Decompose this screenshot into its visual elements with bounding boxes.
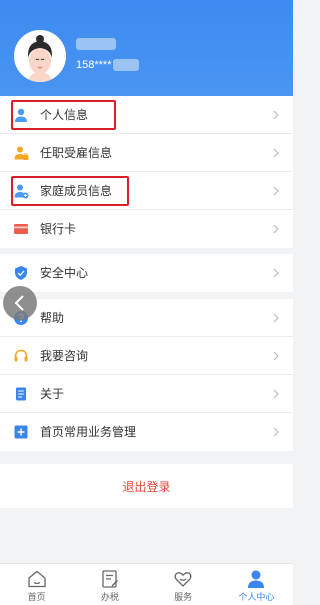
menu-item-label: 任职受雇信息 [40, 146, 113, 160]
menu-item-bank-card[interactable]: 银行卡 [0, 210, 293, 248]
account-group: 个人信息 任职受雇信息 家庭成员信息 银行卡 [0, 96, 293, 248]
security-group: 安全中心 [0, 254, 293, 292]
profile-header: 158**** [0, 0, 293, 96]
menu-item-help[interactable]: 帮助 [0, 299, 293, 337]
chevron-right-icon [273, 351, 279, 361]
plus-square-icon [14, 425, 28, 439]
tab-home[interactable]: 首页 [0, 564, 73, 605]
menu-item-label: 个人信息 [40, 108, 89, 122]
headset-icon [14, 349, 28, 362]
menu-item-consult[interactable]: 我要咨询 [0, 337, 293, 375]
tab-label: 办税 [100, 592, 119, 602]
menu-item-label: 首页常用业务管理 [40, 425, 137, 439]
chevron-right-icon [273, 186, 279, 196]
chevron-right-icon [273, 427, 279, 437]
chevron-right-icon [273, 313, 279, 323]
tab-tax[interactable]: 办税 [73, 564, 146, 605]
menu-item-employment-info[interactable]: 任职受雇信息 [0, 134, 293, 172]
chevron-right-icon [273, 389, 279, 399]
employment-icon [14, 146, 29, 160]
bank-card-icon [14, 224, 28, 234]
menu-item-label: 银行卡 [40, 222, 77, 236]
chevron-right-icon [273, 110, 279, 120]
tab-service[interactable]: 服务 [147, 564, 220, 605]
document-icon [16, 387, 26, 401]
menu-item-label: 帮助 [40, 311, 65, 325]
heart-service-icon [174, 572, 192, 587]
shield-icon [15, 266, 27, 280]
user-name-blurred [76, 38, 116, 50]
home-icon [27, 570, 46, 588]
menu-item-label: 家庭成员信息 [40, 184, 113, 198]
user-phone: 158**** [76, 58, 140, 72]
floating-back-button[interactable] [3, 286, 37, 320]
chevron-right-icon [273, 224, 279, 234]
menu-item-security-center[interactable]: 安全中心 [0, 254, 293, 292]
chevron-right-icon [273, 148, 279, 158]
phone-blurred [113, 59, 140, 71]
menu-item-family-members[interactable]: 家庭成员信息 [0, 172, 293, 210]
menu-item-label: 关于 [40, 387, 65, 401]
menu-item-homepage-business[interactable]: 首页常用业务管理 [0, 413, 293, 451]
menu-item-label: 安全中心 [40, 266, 89, 280]
tab-personal-center[interactable]: 个人中心 [220, 564, 293, 605]
user-phone-text: 158**** [76, 59, 112, 71]
menu-item-personal-info[interactable]: 个人信息 [0, 96, 293, 134]
family-member-icon [14, 184, 29, 199]
logout-label: 退出登录 [122, 479, 171, 494]
chevron-left-icon [14, 295, 24, 311]
tab-label: 个人中心 [238, 592, 275, 602]
chevron-right-icon [273, 268, 279, 278]
menu-item-about[interactable]: 关于 [0, 375, 293, 413]
tab-label: 首页 [27, 592, 46, 602]
user-profile-icon [248, 570, 265, 588]
person-icon [15, 108, 27, 122]
tab-label: 服务 [174, 592, 193, 602]
menu-item-label: 我要咨询 [40, 349, 89, 363]
support-group: 帮助 我要咨询 关于 首页常用业务管理 [0, 299, 293, 451]
avatar[interactable] [14, 30, 66, 82]
tax-form-icon [102, 570, 118, 588]
bottom-tab-bar: 首页 办税 服务 个人中心 [0, 563, 293, 605]
logout-button[interactable]: 退出登录 [0, 464, 293, 508]
